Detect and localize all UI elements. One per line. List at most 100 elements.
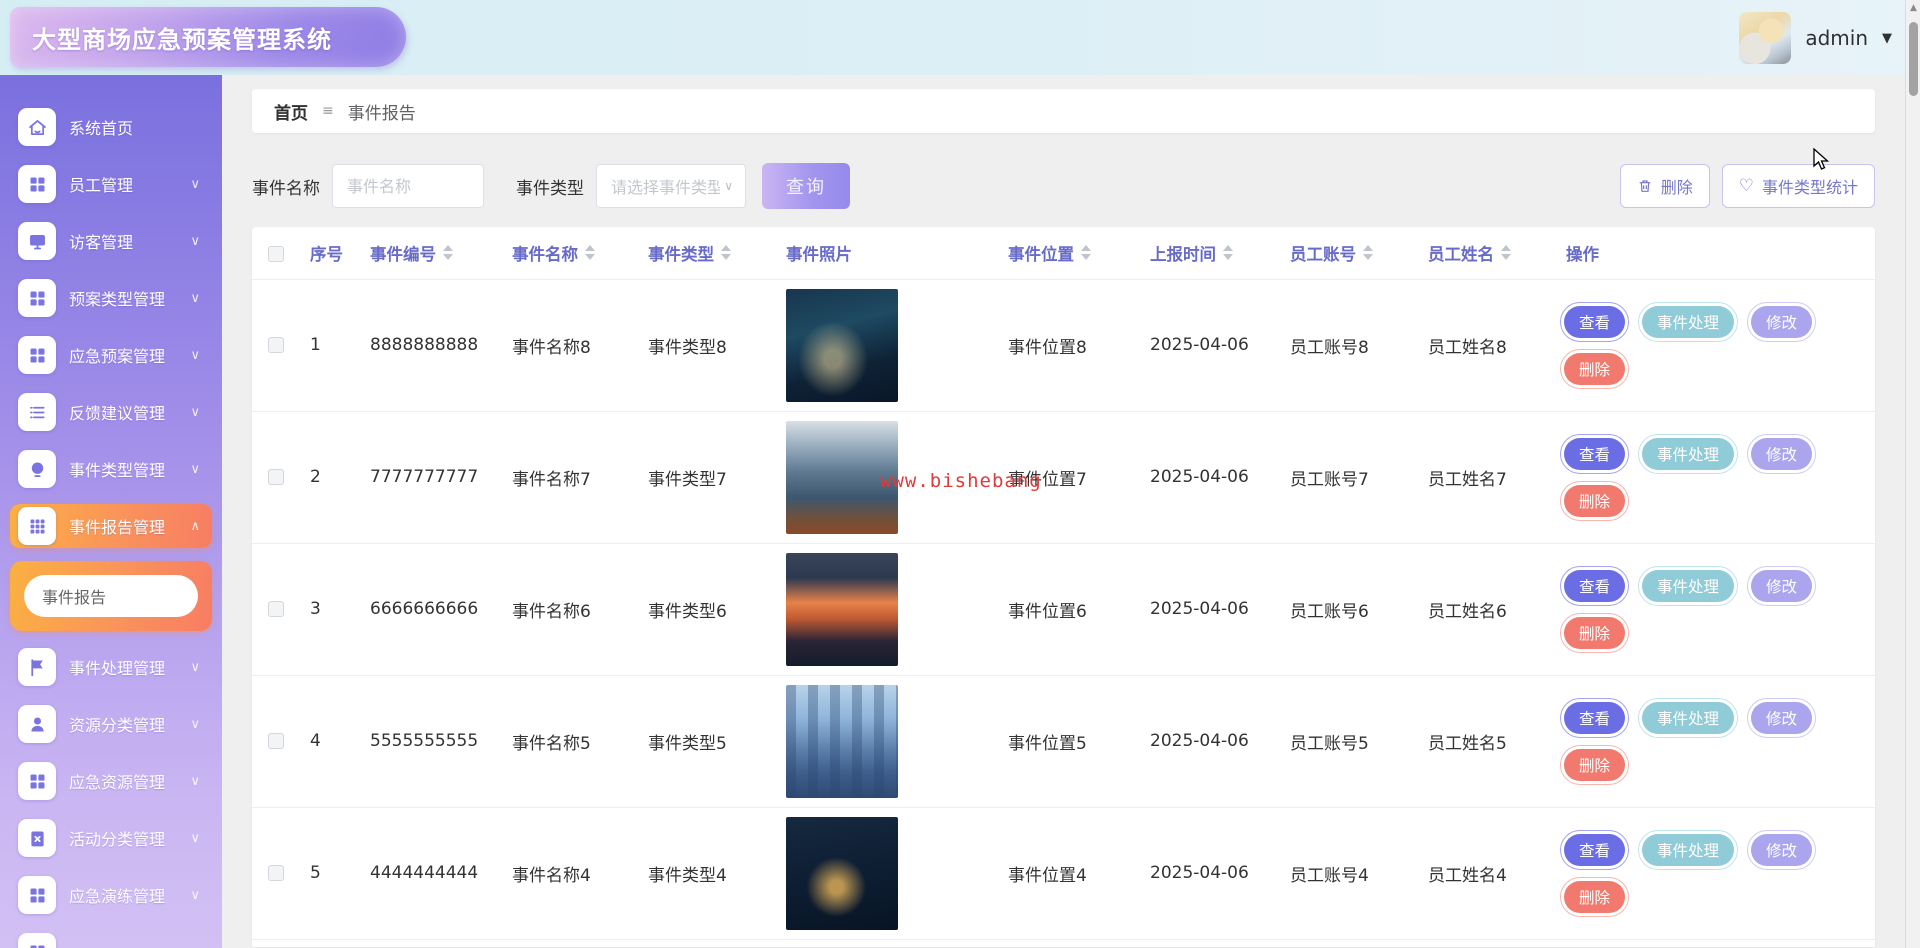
sidebar-item-label: 访客管理	[69, 229, 190, 253]
scrollbar-thumb[interactable]	[1909, 22, 1918, 96]
trash-icon	[1637, 178, 1653, 194]
edit-button[interactable]: 修改	[1747, 566, 1816, 606]
view-button[interactable]: 查看	[1560, 302, 1629, 342]
handle-button[interactable]: 事件处理	[1638, 830, 1738, 870]
col-name: 事件名称	[512, 241, 578, 265]
sort-icons[interactable]	[585, 245, 595, 260]
sidebar-item-visitor[interactable]: 访客管理 ∨	[10, 219, 212, 263]
event-photo[interactable]	[786, 289, 898, 402]
event-photo[interactable]	[786, 817, 898, 930]
sidebar-item-event-handling[interactable]: 事件处理管理 ∨	[10, 645, 212, 689]
view-button[interactable]: 查看	[1560, 698, 1629, 738]
sidebar-item-activity-category[interactable]: 活动分类管理 ∨	[10, 816, 212, 860]
table-row: 2 7777777777 事件名称7 事件类型7 事件位置7 2025-04-0…	[252, 411, 1875, 543]
scroll-up-icon[interactable]: ▲	[1906, 3, 1920, 13]
delete-button[interactable]: 删除	[1560, 349, 1629, 389]
cell-type: 事件类型5	[638, 675, 776, 807]
chevron-down-icon: ∨	[724, 179, 733, 193]
sort-icons[interactable]	[443, 245, 453, 260]
breadcrumb: 首页 ≡ 事件报告	[252, 89, 1875, 133]
row-checkbox[interactable]	[268, 469, 284, 485]
sidebar-item-employee[interactable]: 员工管理 ∨	[10, 162, 212, 206]
cell-code: 5555555555	[360, 675, 502, 807]
sidebar-item-event-type[interactable]: 事件类型管理 ∨	[10, 447, 212, 491]
handle-button[interactable]: 事件处理	[1638, 566, 1738, 606]
event-photo[interactable]	[786, 421, 898, 534]
table-header-row: 序号 事件编号 事件名称 事件类型 事件照片 事件位置 上报时间 员工账号 员工…	[252, 227, 1875, 279]
event-photo[interactable]	[786, 685, 898, 798]
delete-button[interactable]: 删除	[1560, 481, 1629, 521]
cell-name: 事件名称7	[502, 411, 638, 543]
sort-icons[interactable]	[1363, 245, 1373, 260]
app-title-badge: 大型商场应急预案管理系统	[10, 7, 406, 67]
edit-button[interactable]: 修改	[1747, 698, 1816, 738]
edit-button[interactable]: 修改	[1747, 434, 1816, 474]
event-name-input[interactable]	[332, 164, 484, 208]
event-report-table-card: 序号 事件编号 事件名称 事件类型 事件照片 事件位置 上报时间 员工账号 员工…	[252, 227, 1875, 947]
select-all-checkbox[interactable]	[268, 246, 284, 262]
cell-staff: 员工姓名7	[1418, 411, 1556, 543]
username[interactable]: admin	[1805, 26, 1868, 50]
sort-icons[interactable]	[1223, 245, 1233, 260]
edit-button[interactable]: 修改	[1747, 830, 1816, 870]
sidebar-subitem-event-report[interactable]: 事件报告	[24, 575, 198, 617]
event-photo[interactable]	[786, 553, 898, 666]
batch-delete-button[interactable]: 删除	[1620, 164, 1710, 208]
col-account: 员工账号	[1290, 241, 1356, 265]
col-photo: 事件照片	[786, 241, 852, 265]
delete-button[interactable]: 删除	[1560, 745, 1629, 785]
sort-icons[interactable]	[1081, 245, 1091, 260]
breadcrumb-current: 事件报告	[348, 99, 416, 124]
chevron-down-icon: ∨	[190, 348, 200, 363]
event-type-select[interactable]: 请选择事件类型 ∨	[596, 164, 746, 208]
view-button[interactable]: 查看	[1560, 434, 1629, 474]
cell-date: 2025-04-06	[1140, 543, 1280, 675]
sidebar-item-emergency-plan[interactable]: 应急预案管理 ∨	[10, 333, 212, 377]
row-checkbox[interactable]	[268, 865, 284, 881]
filter-bar: 事件名称 事件类型 请选择事件类型 ∨ 查询 删除 ♡ 事件类型统计	[252, 163, 1875, 209]
user-avatar[interactable]	[1739, 12, 1791, 64]
chevron-down-icon: ∨	[190, 462, 200, 477]
handle-button[interactable]: 事件处理	[1638, 302, 1738, 342]
view-button[interactable]: 查看	[1560, 566, 1629, 606]
cell-account: 员工账号7	[1280, 411, 1418, 543]
cell-seq: 5	[300, 807, 360, 939]
monitor-icon	[18, 222, 56, 260]
breadcrumb-home-link[interactable]: 首页	[274, 99, 308, 124]
cell-type: 事件类型7	[638, 411, 776, 543]
delete-button[interactable]: 删除	[1560, 877, 1629, 917]
sidebar-item-plan-type[interactable]: 预案类型管理 ∨	[10, 276, 212, 320]
view-button[interactable]: 查看	[1560, 830, 1629, 870]
chevron-down-icon: ∨	[190, 234, 200, 249]
handle-button[interactable]: 事件处理	[1638, 698, 1738, 738]
cell-account: 员工账号6	[1280, 543, 1418, 675]
window-scrollbar[interactable]: ▲	[1905, 0, 1920, 948]
edit-button[interactable]: 修改	[1747, 302, 1816, 342]
cell-account: 员工账号5	[1280, 675, 1418, 807]
sidebar-item-label: 系统首页	[69, 115, 204, 139]
chevron-up-icon: ∧	[190, 519, 200, 534]
user-menu[interactable]: admin ▼	[1739, 10, 1892, 66]
event-type-stats-button[interactable]: ♡ 事件类型统计	[1722, 164, 1875, 208]
row-checkbox[interactable]	[268, 733, 284, 749]
row-checkbox[interactable]	[268, 337, 284, 353]
sidebar-item-partial[interactable]	[10, 930, 212, 948]
cell-location: 事件位置5	[998, 675, 1140, 807]
sidebar-item-event-report[interactable]: 事件报告管理 ∧	[10, 504, 212, 548]
cell-type: 事件类型4	[638, 807, 776, 939]
caret-down-icon[interactable]: ▼	[1882, 31, 1892, 46]
sidebar-item-label: 事件处理管理	[69, 655, 190, 679]
row-checkbox[interactable]	[268, 601, 284, 617]
col-seq: 序号	[310, 241, 343, 265]
search-button[interactable]: 查询	[762, 163, 850, 209]
handle-button[interactable]: 事件处理	[1638, 434, 1738, 474]
delete-button[interactable]: 删除	[1560, 613, 1629, 653]
sort-icons[interactable]	[1501, 245, 1511, 260]
sidebar-item-home[interactable]: 系统首页	[10, 105, 212, 149]
grid-icon	[18, 336, 56, 374]
sort-icons[interactable]	[721, 245, 731, 260]
sidebar-item-drill[interactable]: 应急演练管理 ∨	[10, 873, 212, 917]
sidebar-item-feedback[interactable]: 反馈建议管理 ∨	[10, 390, 212, 434]
sidebar-item-resource-category[interactable]: 资源分类管理 ∨	[10, 702, 212, 746]
sidebar-item-emergency-resource[interactable]: 应急资源管理 ∨	[10, 759, 212, 803]
